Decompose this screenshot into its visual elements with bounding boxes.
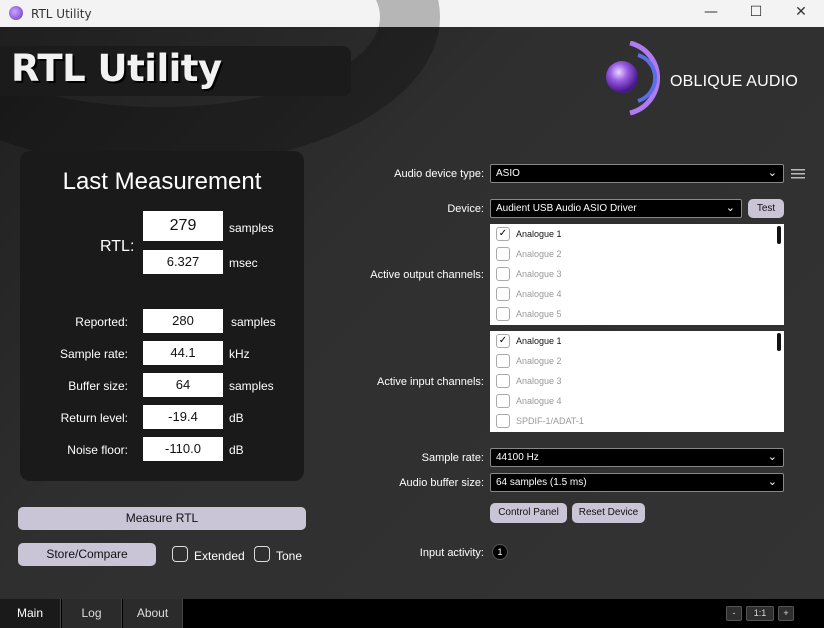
tab-main[interactable]: Main [0,599,61,628]
active-input-channels-label: Active input channels: [376,376,484,388]
test-button[interactable]: Test [748,199,784,218]
buffer-size-value: 64 [143,373,223,397]
active-output-channels-label: Active output channels: [370,269,484,281]
control-panel-button[interactable]: Control Panel [490,503,567,523]
tone-checkbox[interactable] [254,546,270,562]
chevron-down-icon: ⌄ [767,476,777,488]
output-scrollbar[interactable] [777,226,781,244]
input-scrollbar[interactable] [777,333,781,351]
audio-buffer-size-label: Audio buffer size: [399,477,484,489]
checkbox[interactable] [496,287,510,301]
rtl-label: RTL: [100,238,135,255]
noise-floor-value: -110.0 [143,437,223,461]
app-window: RTL Utility — ☐ ✕ RTL Utility OBLIQUE AU… [0,0,824,628]
rtl-samples-unit: samples [229,221,274,235]
panel-title: Last Measurement [62,168,262,195]
brand-logo: OBLIQUE AUDIO [600,40,820,121]
checkbox[interactable] [496,394,510,408]
output-channels-list[interactable]: ✓ Analogue 1 Analogue 2 Analogue 3 Analo… [490,224,784,325]
device-select[interactable]: Audient USB Audio ASIO Driver ⌄ [490,199,742,218]
device-label: Device: [447,203,484,215]
audio-buffer-size-select[interactable]: 64 samples (1.5 ms) ⌄ [490,473,784,492]
rtl-msec-value: 6.327 [143,250,223,274]
sample-rate-label: Sample rate: [59,347,128,361]
device-value: Audient USB Audio ASIO Driver [496,203,637,214]
chevron-down-icon: ⌄ [767,451,777,463]
check-icon[interactable]: ✓ [496,334,510,348]
close-button[interactable]: ✕ [778,0,824,27]
measure-rtl-button[interactable]: Measure RTL [18,507,306,530]
sample-rate-setting-value: 44100 Hz [496,452,539,463]
audio-device-type-label: Audio device type: [394,168,484,180]
zoom-out-button[interactable]: - [726,606,742,621]
sample-rate-setting-label: Sample rate: [421,452,484,464]
rtl-samples-value: 279 [143,211,223,241]
buffer-size-unit: samples [229,379,274,393]
checkbox[interactable] [496,374,510,388]
return-level-value: -19.4 [143,405,223,429]
noise-floor-label: Noise floor: [67,443,128,457]
check-icon[interactable]: ✓ [496,227,510,241]
main-area: RTL Utility OBLIQUE AUDIO Last Measureme… [0,0,824,599]
reset-device-button[interactable]: Reset Device [572,503,645,523]
buffer-size-label: Buffer size: [68,379,128,393]
brand-name: OBLIQUE AUDIO [670,73,798,90]
menu-icon[interactable] [791,168,805,180]
checkbox[interactable] [496,307,510,321]
audio-buffer-size-value: 64 samples (1.5 ms) [496,477,587,488]
audio-device-type-select[interactable]: ASIO ⌄ [490,164,784,183]
tone-label: Tone [276,549,303,563]
zoom-level[interactable]: 1:1 [746,606,774,621]
audio-device-type-value: ASIO [496,168,520,179]
app-title: RTL Utility [11,47,222,90]
tab-about[interactable]: About [123,599,183,628]
rtl-msec-unit: msec [229,256,258,270]
chevron-down-icon: ⌄ [725,202,735,214]
extended-label: Extended [194,549,245,563]
input-channels-list[interactable]: ✓ Analogue 1 Analogue 2 Analogue 3 Analo… [490,331,784,432]
sample-rate-unit: kHz [229,347,250,361]
checkbox[interactable] [496,267,510,281]
last-measurement-panel: Last Measurement RTL: 279 samples 6.327 … [20,151,304,481]
checkbox[interactable] [496,247,510,261]
checkbox[interactable] [496,354,510,368]
reported-value: 280 [143,309,223,333]
bottom-bar: Main Log About - 1:1 + [0,599,824,628]
input-activity-label: Input activity: [419,547,484,559]
noise-floor-unit: dB [229,443,244,457]
sample-rate-value: 44.1 [143,341,223,365]
minimize-button[interactable]: — [688,0,734,27]
return-level-label: Return level: [60,411,128,425]
reported-label: Reported: [75,315,128,329]
oblique-audio-logo-icon [606,40,661,116]
input-activity-indicator: 1 [492,544,508,560]
sample-rate-select[interactable]: 44100 Hz ⌄ [490,448,784,467]
return-level-unit: dB [229,411,244,425]
tab-log[interactable]: Log [62,599,122,628]
extended-checkbox[interactable] [172,546,188,562]
maximize-button[interactable]: ☐ [733,0,779,27]
zoom-in-button[interactable]: + [778,606,794,621]
reported-unit: samples [231,315,276,329]
chevron-down-icon: ⌄ [767,167,777,179]
store-compare-button[interactable]: Store/Compare [18,543,156,566]
checkbox[interactable] [496,414,510,428]
